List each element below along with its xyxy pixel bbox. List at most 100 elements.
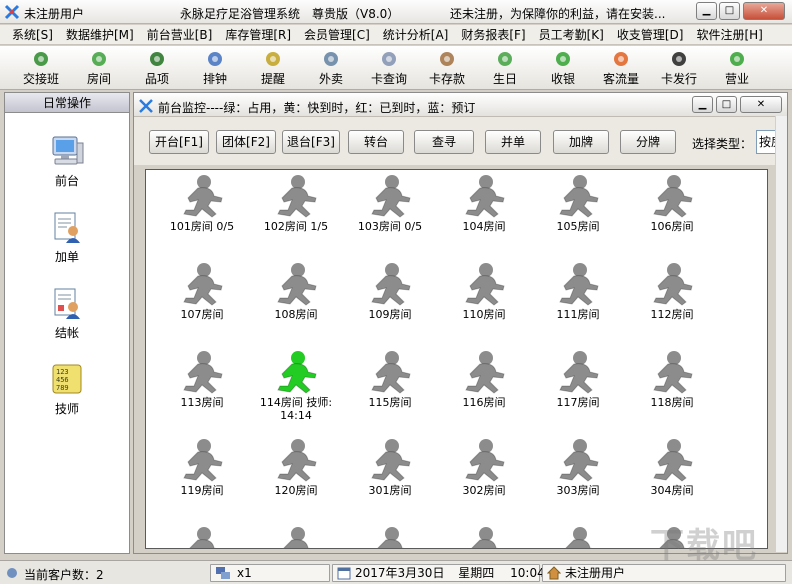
- room-tile[interactable]: 106房间: [624, 174, 720, 254]
- menu-item[interactable]: 会员管理[C]: [304, 26, 370, 43]
- maximize-button[interactable]: □: [719, 2, 740, 20]
- window-user-title: 未注册用户: [24, 7, 85, 21]
- room-tile[interactable]: 111房间: [530, 262, 626, 342]
- room-label: 104房间: [462, 220, 506, 233]
- room-tile[interactable]: 112房间: [624, 262, 720, 342]
- room-label: 114房间 技师: 14:14: [259, 396, 333, 422]
- room-tile[interactable]: [154, 526, 250, 548]
- room-tile[interactable]: 102房间 1/5: [248, 174, 344, 254]
- toolbar-button[interactable]: 卡查询: [360, 46, 418, 90]
- toolbar-button[interactable]: 收银: [534, 46, 592, 90]
- open-table-button[interactable]: 开台[F1]: [149, 130, 209, 154]
- toolbar-button-label: 排钟: [202, 72, 227, 86]
- menu-item[interactable]: 财务报表[F]: [461, 26, 525, 43]
- room-tile[interactable]: 301房间: [342, 438, 438, 518]
- toolbar-button[interactable]: 排钟: [186, 46, 244, 90]
- app-title: 永脉足疗足浴管理系统 尊贵版（V8.0）: [180, 7, 400, 21]
- room-tile[interactable]: 116房间: [436, 350, 532, 430]
- toolbar-button[interactable]: 生日: [476, 46, 534, 90]
- room-tile[interactable]: 304房间: [624, 438, 720, 518]
- return-table-button[interactable]: 退台[F3]: [282, 130, 340, 154]
- room-tile[interactable]: 114房间 技师: 14:14: [248, 350, 344, 430]
- toolbar-button[interactable]: 客流量: [592, 46, 650, 90]
- monitor-close-button[interactable]: ✕: [740, 96, 782, 113]
- toolbar-button[interactable]: 卡发行: [650, 46, 708, 90]
- menu-item[interactable]: 前台营业[B]: [147, 26, 213, 43]
- room-tile[interactable]: 118房间: [624, 350, 720, 430]
- technician-icon: 123 456 789: [49, 361, 85, 397]
- svg-text:456: 456: [56, 376, 69, 384]
- sidebar-item-add-order[interactable]: 加单: [5, 209, 129, 265]
- close-button[interactable]: ✕: [743, 2, 785, 20]
- room-person-icon: [436, 526, 532, 548]
- room-tile[interactable]: 108房间: [248, 262, 344, 342]
- split-tag-button[interactable]: 分牌: [620, 130, 676, 154]
- transfer-table-button[interactable]: 转台: [348, 130, 404, 154]
- calendar-icon: [337, 567, 351, 580]
- room-person-icon: [154, 262, 250, 306]
- search-button[interactable]: 查寻: [414, 130, 474, 154]
- monitor-maximize-button[interactable]: □: [716, 96, 737, 113]
- room-label: 302房间: [462, 484, 506, 497]
- menu-item[interactable]: 数据维护[M]: [66, 26, 134, 43]
- money-bag-icon: [31, 50, 51, 68]
- room-label: 111房间: [556, 308, 600, 321]
- room-tile[interactable]: 105房间: [530, 174, 626, 254]
- vertical-scrollbar[interactable]: [775, 116, 787, 552]
- toolbar-button[interactable]: 交接班: [12, 46, 70, 90]
- add-tag-button[interactable]: 加牌: [553, 130, 609, 154]
- room-tile[interactable]: 120房间: [248, 438, 344, 518]
- app-logo-icon: [4, 4, 20, 20]
- action-button-row: 开台[F1] 团体[F2] 退台[F3] 转台 查寻 并单 加牌 分牌 选择类型…: [134, 117, 787, 165]
- merge-order-button[interactable]: 并单: [485, 130, 541, 154]
- room-tile[interactable]: 109房间: [342, 262, 438, 342]
- time-value: 10:04: [510, 566, 545, 580]
- room-person-icon: [624, 350, 720, 394]
- sidebar-item-checkout[interactable]: 结帐: [5, 285, 129, 341]
- room-tile[interactable]: [342, 526, 438, 548]
- minimize-button[interactable]: ▁: [696, 2, 717, 20]
- room-tile[interactable]: 113房间: [154, 350, 250, 430]
- toolbar-button[interactable]: 营业: [708, 46, 766, 90]
- menu-item[interactable]: 收支管理[D]: [617, 26, 684, 43]
- room-label: 105房间: [556, 220, 600, 233]
- room-tile[interactable]: [530, 526, 626, 548]
- room-person-icon: [154, 526, 250, 548]
- room-tile[interactable]: 115房间: [342, 350, 438, 430]
- weekday-value: 星期四: [458, 566, 495, 580]
- home-icon: [547, 566, 561, 580]
- room-tile[interactable]: 303房间: [530, 438, 626, 518]
- datetime-indicator: 2017年3月30日 星期四 10:04: [332, 564, 545, 582]
- room-tile[interactable]: 101房间 0/5: [154, 174, 250, 254]
- room-label: 119房间: [180, 484, 224, 497]
- toolbar-button[interactable]: 品项: [128, 46, 186, 90]
- toolbar-button[interactable]: 外卖: [302, 46, 360, 90]
- room-person-icon: [248, 438, 344, 482]
- toolbar-button[interactable]: 卡存款: [418, 46, 476, 90]
- customer-icon: [7, 568, 17, 578]
- sidebar-item-technician[interactable]: 123 456 789 技师: [5, 361, 129, 417]
- toolbar-button[interactable]: 提醒: [244, 46, 302, 90]
- room-tile[interactable]: 103房间 0/5: [342, 174, 438, 254]
- menu-item[interactable]: 库存管理[R]: [225, 26, 291, 43]
- monitor-minimize-button[interactable]: ▁: [692, 96, 713, 113]
- customer-count: 当前客户数：2: [24, 568, 104, 582]
- room-tile[interactable]: 302房间: [436, 438, 532, 518]
- room-tile[interactable]: [248, 526, 344, 548]
- menu-item[interactable]: 软件注册[H]: [696, 26, 762, 43]
- room-tile[interactable]: 117房间: [530, 350, 626, 430]
- room-label: 103房间 0/5: [357, 220, 423, 233]
- room-tile[interactable]: 104房间: [436, 174, 532, 254]
- toolbar-button-label: 卡查询: [370, 72, 407, 86]
- room-tile[interactable]: 119房间: [154, 438, 250, 518]
- group-button[interactable]: 团体[F2]: [216, 130, 276, 154]
- menu-item[interactable]: 系统[S]: [12, 26, 53, 43]
- sidebar-item-front-desk[interactable]: 前台: [5, 133, 129, 189]
- menu-item[interactable]: 统计分析[A]: [383, 26, 449, 43]
- toolbar-button-label: 品项: [144, 72, 169, 86]
- room-tile[interactable]: 110房间: [436, 262, 532, 342]
- room-tile[interactable]: [436, 526, 532, 548]
- toolbar-button[interactable]: 房间: [70, 46, 128, 90]
- room-tile[interactable]: 107房间: [154, 262, 250, 342]
- menu-item[interactable]: 员工考勤[K]: [539, 26, 604, 43]
